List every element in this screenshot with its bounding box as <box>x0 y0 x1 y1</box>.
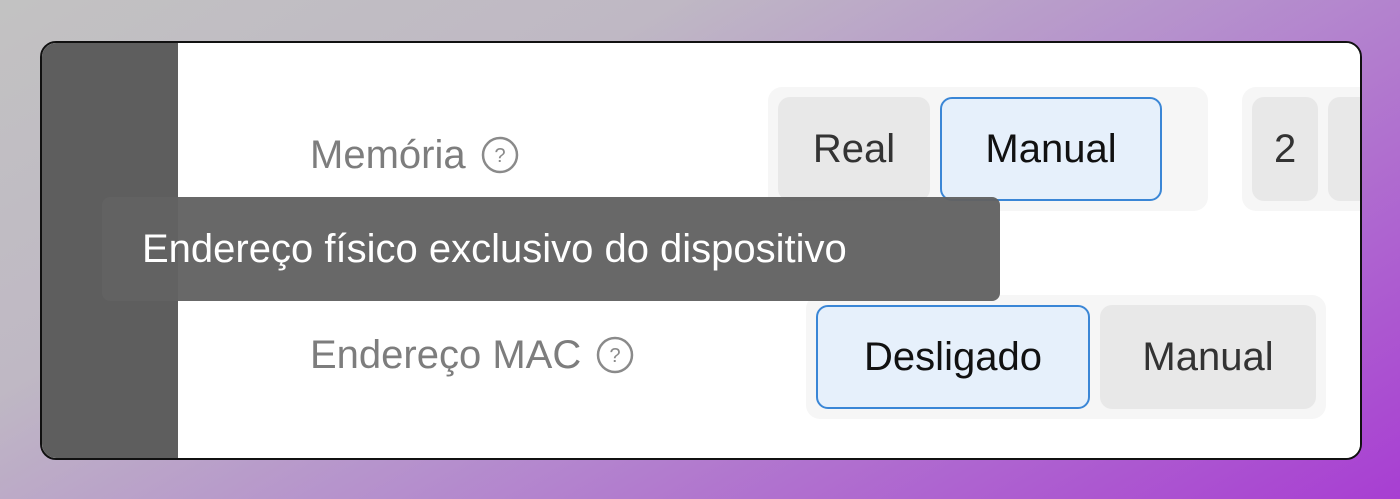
mac-mode-toggle: Desligado Manual <box>806 295 1326 419</box>
memory-row-label: Memória ? <box>310 127 520 183</box>
mac-manual-button[interactable]: Manual <box>1100 305 1316 409</box>
memory-label: Memória <box>310 132 466 177</box>
mac-row-label: Endereço MAC ? <box>310 327 635 383</box>
memory-mode-toggle: Real Manual <box>768 87 1208 211</box>
memory-manual-button[interactable]: Manual <box>940 97 1162 201</box>
memory-value-stepper: 2 <box>1242 87 1360 211</box>
memory-real-button[interactable]: Real <box>778 97 930 201</box>
svg-text:?: ? <box>610 345 621 367</box>
tooltip-text: Endereço físico exclusivo do dispositivo <box>142 226 847 271</box>
memory-stepper-next[interactable] <box>1328 97 1360 201</box>
mac-label: Endereço MAC <box>310 332 582 377</box>
settings-window: Memória ? Real Manual 2 Endereço MAC ? D… <box>40 41 1362 460</box>
tooltip: Endereço físico exclusivo do dispositivo <box>102 197 1000 301</box>
help-icon[interactable]: ? <box>480 135 520 175</box>
mac-off-button[interactable]: Desligado <box>816 305 1090 409</box>
svg-text:?: ? <box>494 145 505 167</box>
help-icon[interactable]: ? <box>595 335 635 375</box>
memory-value[interactable]: 2 <box>1252 97 1319 201</box>
